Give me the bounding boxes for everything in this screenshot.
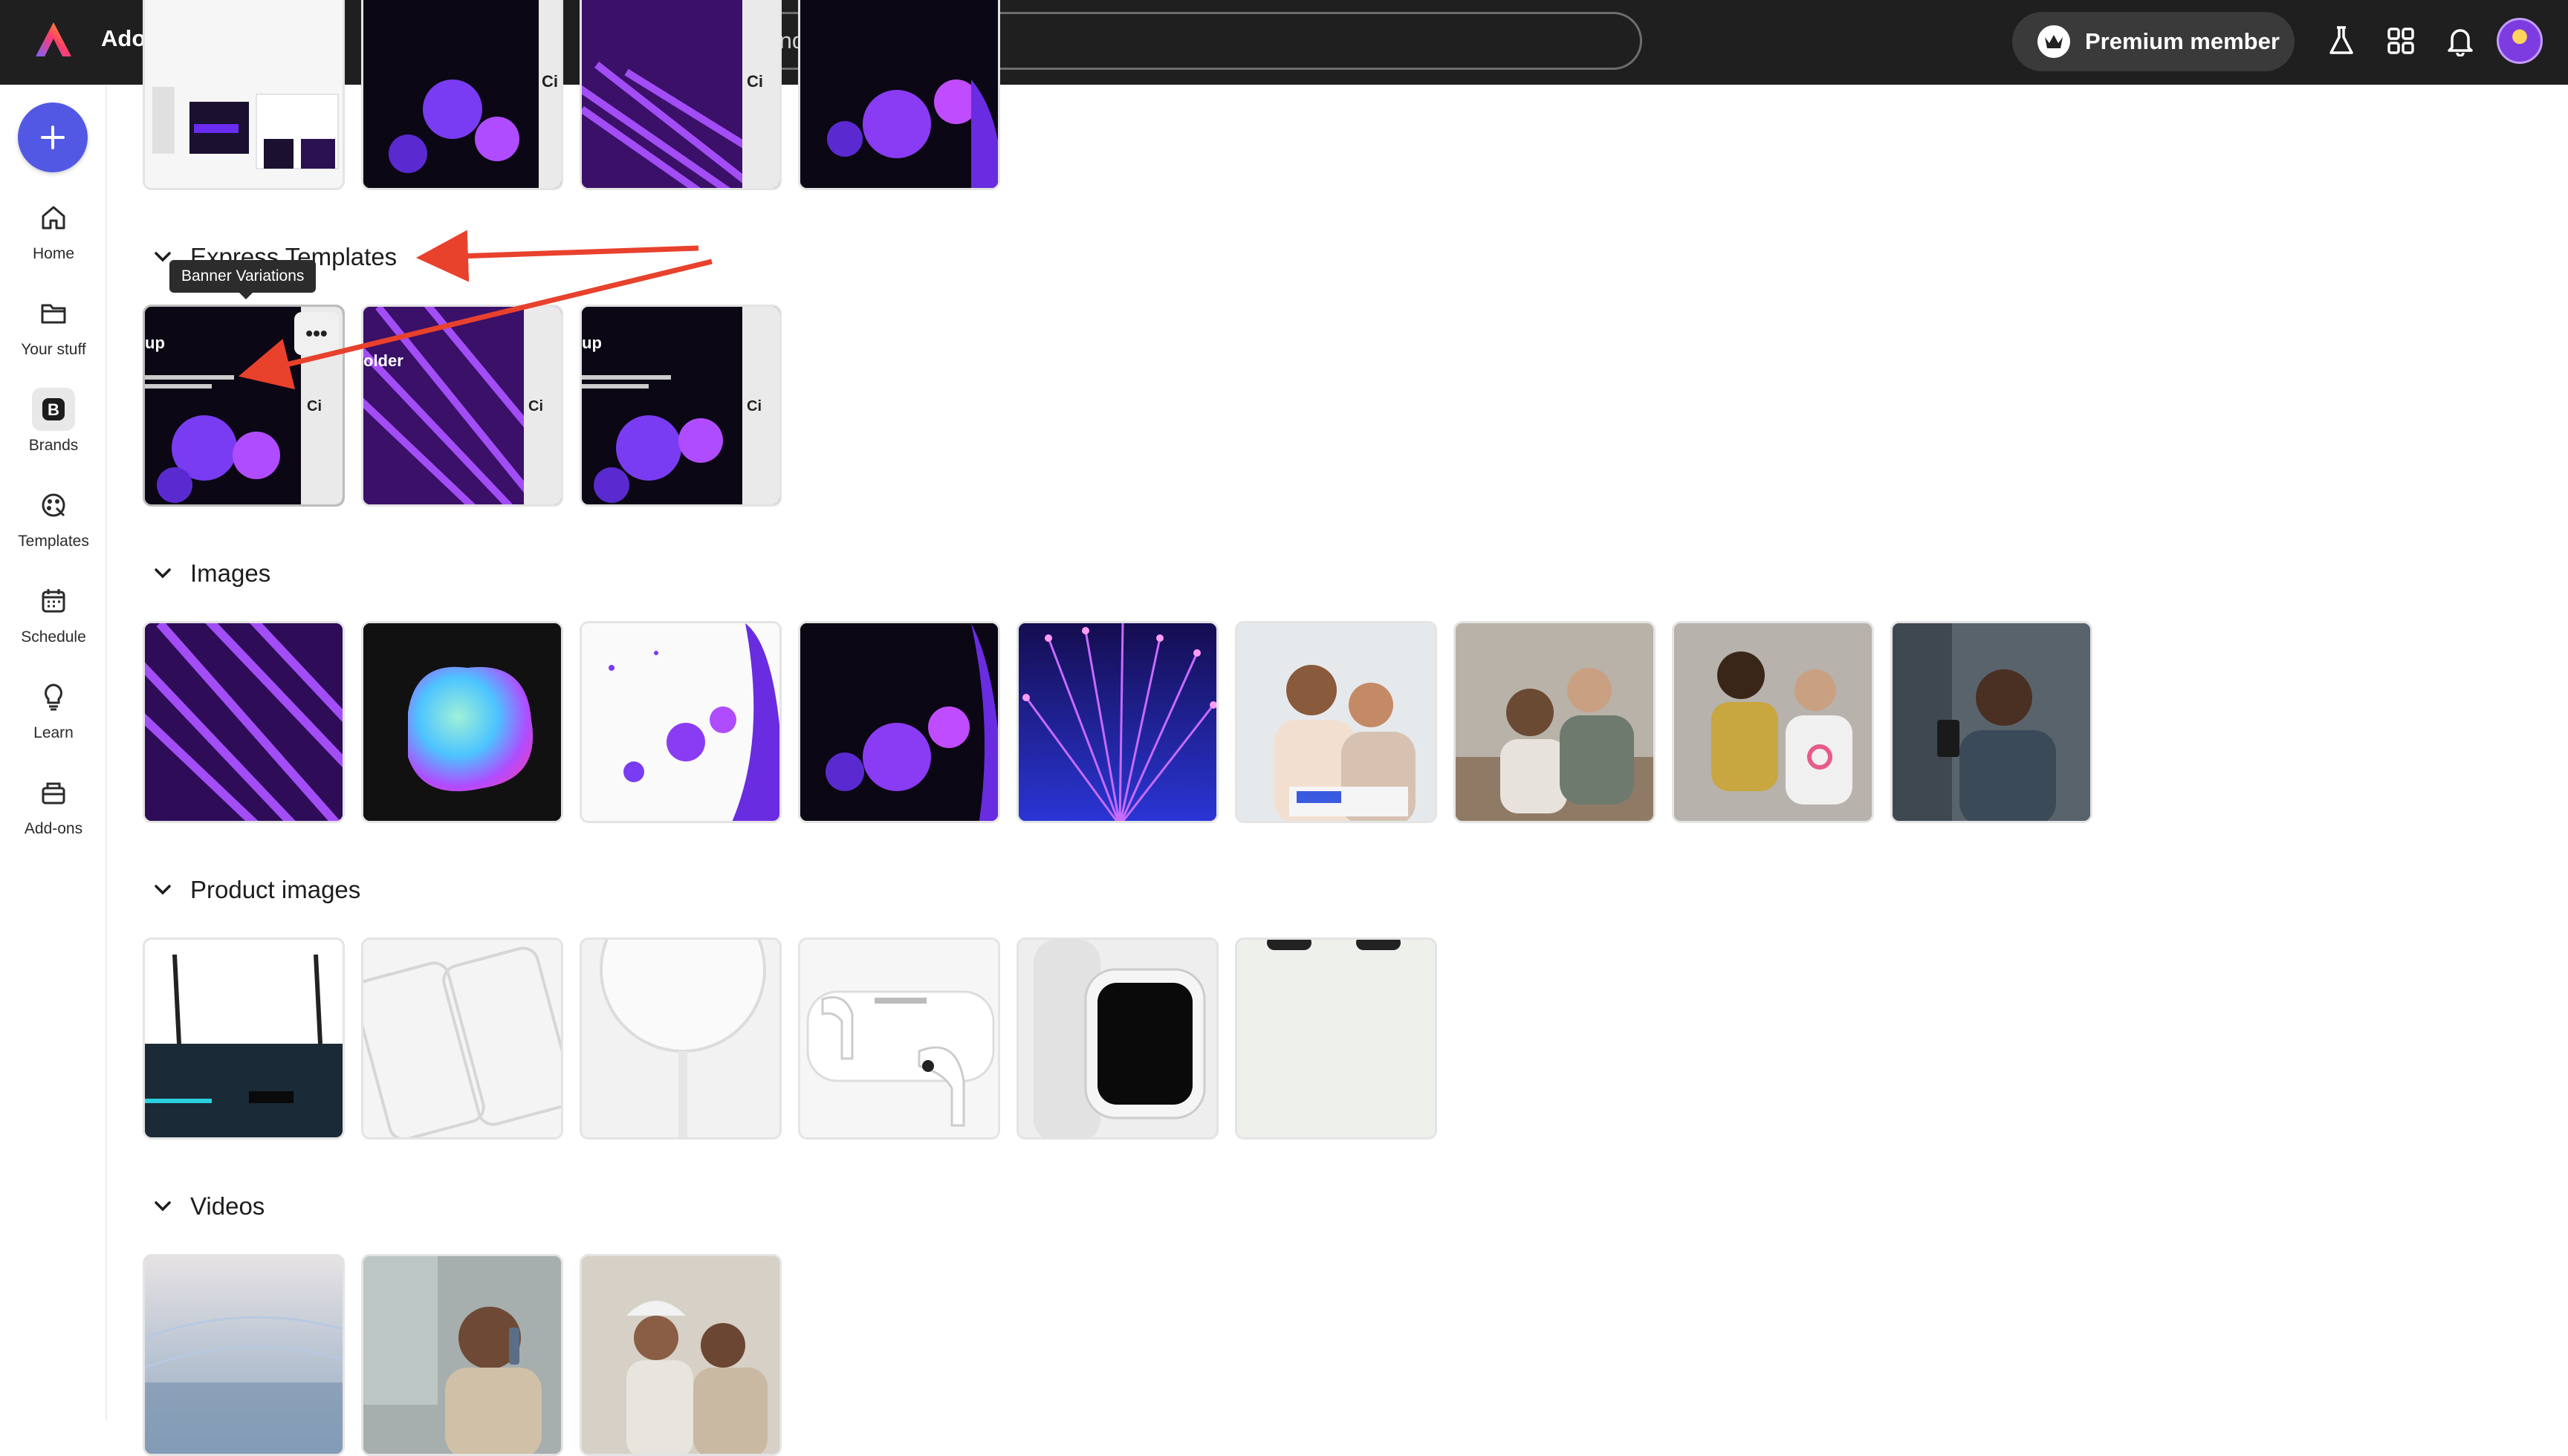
rail-label-brands: Brands [28,437,79,454]
templates-icon [32,484,75,527]
product-image-thumbnail[interactable] [798,937,1000,1140]
section-title-videos: Videos [190,1192,265,1220]
product-image-thumbnail[interactable] [361,937,563,1140]
product-image-thumbnail[interactable] [143,937,345,1140]
crown-icon [2037,25,2070,58]
svg-text:up: up [582,334,602,352]
template-thumbnail[interactable]: up Ci [580,305,782,507]
rail-item-add-ons[interactable]: Add-ons [0,771,107,860]
rail-item-learn[interactable]: Learn [0,675,107,764]
rail-item-schedule[interactable]: Schedule [0,579,107,669]
rail-label-learn: Learn [33,724,74,741]
create-new-button[interactable] [18,103,88,172]
chevron-down-icon [155,252,171,262]
svg-text:up: up [145,334,165,352]
section-title-product-images: Product images [190,876,361,903]
section-product-images[interactable]: Product images [155,876,360,904]
template-thumbnail[interactable]: older Ci [361,305,563,507]
rail-item-brands[interactable]: B Brands [0,388,107,477]
premium-label: Premium member [2085,28,2280,54]
calendar-icon [32,579,75,623]
user-avatar[interactable] [2497,18,2543,64]
svg-text:Ci: Ci [307,398,322,415]
ellipsis-icon: ••• [305,322,328,345]
image-thumbnail[interactable] [1672,621,1874,823]
rail-label-templates: Templates [18,533,89,550]
product-image-thumbnail[interactable] [1016,937,1219,1140]
brand-icon: B [32,388,75,431]
rail-item-templates[interactable]: Templates [0,484,107,573]
notifications-bell-icon[interactable] [2442,22,2479,59]
premium-member-button[interactable]: Premium member [2012,12,2295,71]
svg-text:Ci: Ci [528,398,543,415]
video-thumbnail[interactable] [361,1254,563,1456]
rail-label-schedule: Schedule [21,628,86,646]
more-options-button[interactable]: ••• [294,312,339,355]
product-image-thumbnail[interactable] [1235,937,1437,1140]
section-title-images: Images [190,559,271,587]
image-thumbnail[interactable] [580,621,782,823]
apps-grid-icon[interactable] [2382,22,2419,59]
video-thumbnail[interactable] [143,1254,345,1456]
video-thumbnail[interactable] [580,1254,782,1456]
tooltip: Banner Variations [169,260,317,299]
svg-text:Ci: Ci [747,398,762,415]
product-image-thumbnail[interactable] [580,937,782,1140]
chevron-down-icon [155,568,171,579]
plus-icon [41,126,65,149]
adobe-express-logo-icon[interactable] [34,21,73,59]
rail-label-add-ons: Add-ons [24,820,83,837]
lightbulb-icon [32,675,75,718]
chevron-down-icon [155,885,171,895]
template-thumbnail[interactable] [798,0,1000,190]
section-videos[interactable]: Videos [155,1192,265,1221]
rail-item-your-stuff[interactable]: Your stuff [0,292,107,381]
template-thumbnail[interactable] [143,0,345,190]
image-thumbnail[interactable] [361,621,563,823]
section-images[interactable]: Images [155,559,270,588]
annotation-arrow [416,230,699,282]
image-thumbnail[interactable] [1016,621,1219,823]
rail-label-home: Home [32,245,75,262]
image-thumbnail[interactable] [1890,621,2092,823]
chevron-down-icon [155,1201,171,1212]
svg-text:Ci: Ci [542,72,558,91]
addons-icon [32,771,75,814]
image-thumbnail[interactable] [1235,621,1437,823]
template-thumbnail[interactable]: Ci [580,0,782,190]
svg-text:Ci: Ci [747,72,763,91]
svg-text:B: B [48,400,59,419]
template-thumbnail[interactable]: Ci [361,0,563,190]
labs-flask-icon[interactable] [2323,22,2360,59]
left-nav-rail: Home Your stuff B Brands Templates Sched… [0,85,107,1420]
home-icon [32,196,75,239]
image-thumbnail[interactable] [1453,621,1656,823]
rail-label-your-stuff: Your stuff [21,341,86,358]
rail-item-home[interactable]: Home [0,196,107,285]
svg-text:older: older [363,351,403,370]
image-thumbnail[interactable] [798,621,1000,823]
image-thumbnail[interactable] [143,621,345,823]
folder-icon [32,292,75,335]
